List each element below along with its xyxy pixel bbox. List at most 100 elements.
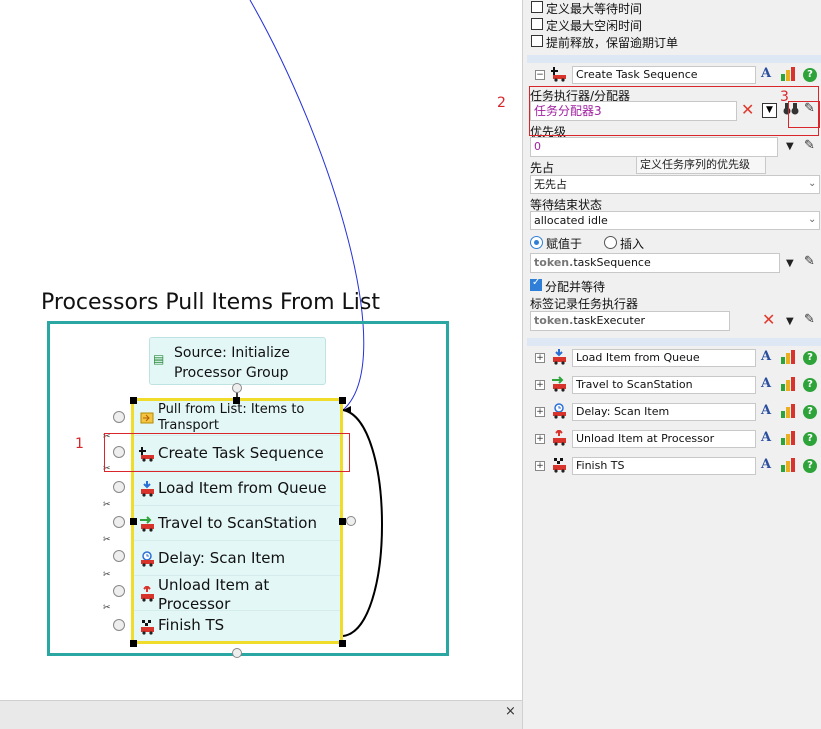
item-connector-radio[interactable] bbox=[113, 585, 125, 597]
list-item-load-item[interactable]: Load Item from Queue bbox=[134, 471, 340, 506]
preempt-select[interactable]: 无先占 bbox=[530, 175, 820, 194]
resize-handle[interactable] bbox=[339, 640, 346, 647]
color-chart-icon[interactable] bbox=[780, 403, 796, 423]
color-chart-icon[interactable] bbox=[780, 457, 796, 477]
annotation-box-2 bbox=[529, 86, 819, 136]
assign-to-field[interactable]: token.taskSequence bbox=[530, 253, 780, 273]
load-item-icon bbox=[551, 349, 567, 369]
scissor-icon[interactable]: ✂ bbox=[103, 603, 111, 613]
font-a-icon[interactable]: A bbox=[761, 66, 771, 81]
priority-field[interactable]: 0 bbox=[530, 137, 778, 157]
close-button[interactable]: × bbox=[505, 704, 516, 719]
collapse-toggle[interactable]: − bbox=[535, 70, 545, 80]
item-connector-radio[interactable] bbox=[113, 516, 125, 528]
font-a-icon[interactable]: A bbox=[761, 376, 771, 391]
expand-toggle[interactable]: + bbox=[535, 353, 545, 363]
font-a-icon[interactable]: A bbox=[761, 457, 771, 472]
color-chart-icon[interactable] bbox=[780, 376, 796, 396]
process-flow-canvas[interactable]: Processors Pull Items From List ▤ Source… bbox=[0, 0, 522, 700]
help-icon[interactable]: ? bbox=[803, 351, 817, 365]
resize-handle[interactable] bbox=[130, 640, 137, 647]
item-connector-radio[interactable] bbox=[113, 481, 125, 493]
activity-name-field[interactable]: Load Item from Queue bbox=[572, 349, 756, 367]
source-node-label: Source: Initialize Processor Group bbox=[174, 345, 290, 381]
font-a-icon[interactable]: A bbox=[761, 349, 771, 364]
resize-handle[interactable] bbox=[233, 397, 240, 404]
activity-name-field[interactable]: Travel to ScanStation bbox=[572, 376, 756, 394]
list-item-label: Unload Item at Processor bbox=[158, 576, 270, 613]
eyedropper-icon[interactable]: ✎ bbox=[804, 138, 815, 153]
right-connector-radio[interactable] bbox=[346, 516, 356, 526]
annotation-box-1 bbox=[104, 433, 350, 472]
radio-insert-label: 插入 bbox=[620, 237, 645, 251]
scissor-icon[interactable]: ✂ bbox=[103, 570, 111, 580]
list-item-label: Load Item from Queue bbox=[158, 479, 327, 497]
finish-flag-icon bbox=[139, 619, 155, 635]
resize-handle[interactable] bbox=[339, 518, 346, 525]
section-separator bbox=[527, 55, 821, 63]
resize-handle[interactable] bbox=[339, 397, 346, 404]
annotation-label-1: 1 bbox=[75, 436, 84, 452]
resize-handle[interactable] bbox=[130, 518, 137, 525]
chevron-down-icon[interactable]: ⌄ bbox=[808, 178, 816, 189]
item-connector-radio[interactable] bbox=[113, 411, 125, 423]
item-connector-radio[interactable] bbox=[113, 619, 125, 631]
list-item-finish[interactable]: Finish TS bbox=[134, 611, 340, 644]
list-item-label: Pull from List: Items to Transport bbox=[158, 402, 305, 433]
list-item-pull-from-list[interactable]: Pull from List: Items to Transport bbox=[134, 401, 340, 436]
scissor-icon[interactable]: ✂ bbox=[103, 535, 111, 545]
color-chart-icon[interactable] bbox=[780, 430, 796, 450]
travel-icon bbox=[139, 516, 155, 532]
color-chart-icon[interactable] bbox=[780, 349, 796, 369]
list-item-delay[interactable]: Delay: Scan Item bbox=[134, 541, 340, 576]
item-connector-radio[interactable] bbox=[113, 550, 125, 562]
delay-clock-icon bbox=[139, 551, 155, 567]
checkbox-early-release-label: 提前释放，保留逾期订单 bbox=[546, 36, 679, 50]
radio-insert[interactable] bbox=[604, 236, 617, 249]
radio-assign-label: 赋值于 bbox=[546, 237, 583, 251]
source-connector[interactable] bbox=[232, 383, 242, 393]
eyedropper-icon[interactable]: ✎ bbox=[804, 254, 815, 269]
resize-handle[interactable] bbox=[130, 397, 137, 404]
annotation-box-3 bbox=[788, 101, 820, 128]
wait-state-select[interactable]: allocated idle bbox=[530, 211, 820, 230]
help-icon[interactable]: ? bbox=[803, 432, 817, 446]
eyedropper-icon[interactable]: ✎ bbox=[804, 312, 815, 327]
list-item-label: Finish TS bbox=[158, 616, 225, 634]
font-a-icon[interactable]: A bbox=[761, 430, 771, 445]
bottom-connector-radio[interactable] bbox=[232, 648, 242, 658]
priority-dropdown-icon[interactable]: ▼ bbox=[786, 141, 794, 152]
expand-toggle[interactable]: + bbox=[535, 461, 545, 471]
help-icon[interactable]: ? bbox=[803, 68, 817, 82]
radio-assign[interactable] bbox=[530, 236, 543, 249]
delay-clock-icon bbox=[551, 403, 567, 423]
finish-flag-icon bbox=[551, 457, 567, 477]
record-field[interactable]: token.taskExecuter bbox=[530, 311, 730, 331]
annotation-label-2: 2 bbox=[497, 95, 506, 111]
checkbox-alloc-wait[interactable]: ✓ bbox=[530, 277, 542, 291]
expand-toggle[interactable]: + bbox=[535, 380, 545, 390]
activity-name-field[interactable]: Unload Item at Processor bbox=[572, 430, 756, 448]
clear-x-icon[interactable]: ✕ bbox=[762, 310, 775, 329]
activity-name-field[interactable]: Delay: Scan Item bbox=[572, 403, 756, 421]
activity-name-field[interactable]: Finish TS bbox=[572, 457, 756, 475]
help-icon[interactable]: ? bbox=[803, 405, 817, 419]
list-item-travel[interactable]: Travel to ScanStation bbox=[134, 506, 340, 541]
checkbox-max-wait[interactable] bbox=[531, 1, 543, 13]
help-icon[interactable]: ? bbox=[803, 459, 817, 473]
scissor-icon[interactable]: ✂ bbox=[103, 500, 111, 510]
activity-name-field[interactable]: Create Task Sequence bbox=[572, 66, 756, 84]
help-icon[interactable]: ? bbox=[803, 378, 817, 392]
color-chart-icon[interactable] bbox=[780, 66, 796, 86]
expand-toggle[interactable]: + bbox=[535, 407, 545, 417]
chevron-down-icon[interactable]: ⌄ bbox=[808, 214, 816, 225]
checkbox-early-release[interactable] bbox=[531, 35, 543, 47]
list-item-unload[interactable]: Unload Item at Processor bbox=[134, 576, 340, 613]
checkbox-max-idle-label: 定义最大空闲时间 bbox=[546, 19, 643, 33]
dropdown-icon[interactable]: ▼ bbox=[786, 316, 794, 327]
font-a-icon[interactable]: A bbox=[761, 403, 771, 418]
checkbox-max-idle[interactable] bbox=[531, 18, 543, 30]
dropdown-icon[interactable]: ▼ bbox=[786, 258, 794, 269]
expand-toggle[interactable]: + bbox=[535, 434, 545, 444]
source-node[interactable]: ▤ Source: Initialize Processor Group bbox=[149, 337, 326, 385]
